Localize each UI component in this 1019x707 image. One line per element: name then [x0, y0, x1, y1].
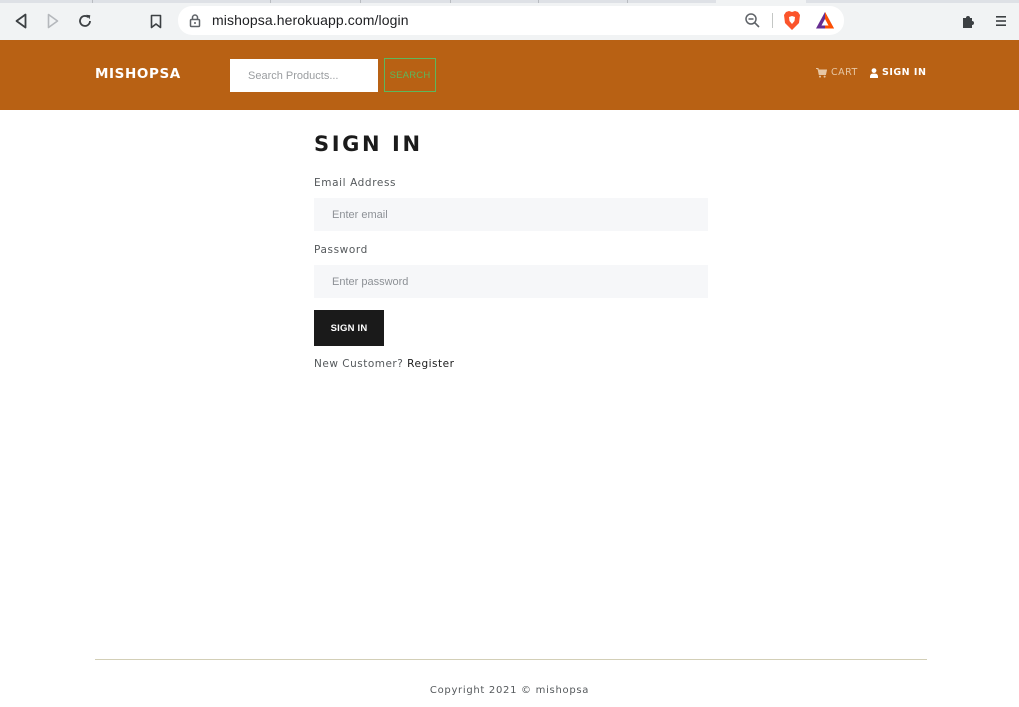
reload-button[interactable]: [73, 9, 97, 33]
forward-button[interactable]: [41, 9, 65, 33]
extensions-icon: [963, 16, 974, 28]
copyright-text: Copyright 2021 © mishopsa: [429, 685, 590, 696]
user-icon: [870, 67, 878, 78]
register-link[interactable]: Register: [407, 358, 454, 370]
password-field[interactable]: [314, 265, 708, 298]
signin-submit-button[interactable]: SIGN IN: [314, 310, 384, 346]
address-bar[interactable]: mishopsa.herokuapp.com/login: [178, 6, 844, 35]
search-input[interactable]: [230, 59, 378, 92]
tab-separator: [92, 0, 93, 3]
menu-icon: [996, 16, 1006, 26]
zoom-out-icon[interactable]: [744, 12, 761, 29]
reload-icon: [79, 14, 91, 27]
active-tab-indicator: [716, 0, 806, 3]
brave-shields-icon[interactable]: [782, 10, 802, 31]
nav-signin-link[interactable]: SIGN IN: [870, 67, 926, 78]
lock-icon[interactable]: [188, 13, 202, 28]
register-prompt: New Customer? Register: [314, 358, 454, 370]
cart-link[interactable]: CART: [816, 67, 858, 78]
tab-separator: [538, 0, 539, 3]
back-button[interactable]: [9, 9, 33, 33]
cart-icon: [816, 67, 827, 78]
tab-separator: [450, 0, 451, 3]
forward-icon: [47, 13, 59, 29]
extensions-button[interactable]: [957, 9, 981, 33]
address-bar-divider: [772, 13, 773, 28]
email-label: Email Address: [314, 177, 397, 189]
browser-toolbar: mishopsa.herokuapp.com/login: [0, 0, 1019, 40]
footer-divider: [95, 659, 927, 660]
password-label: Password: [314, 244, 368, 256]
nav-signin-label: SIGN IN: [882, 67, 927, 78]
tab-separator: [270, 0, 271, 3]
url-text[interactable]: mishopsa.herokuapp.com/login: [212, 12, 409, 28]
tab-separator: [627, 0, 628, 3]
bookmark-icon: [150, 14, 162, 28]
tab-strip: [0, 0, 1019, 3]
brand-logo[interactable]: MISHOPSA: [95, 66, 181, 82]
back-icon: [15, 13, 27, 29]
tab-separator: [360, 0, 361, 3]
browser-menu-button[interactable]: [989, 9, 1013, 33]
brave-rewards-icon[interactable]: [815, 11, 835, 30]
email-field[interactable]: [314, 198, 708, 231]
cart-label: CART: [831, 67, 858, 78]
page-title: SIGN IN: [314, 132, 423, 156]
new-customer-text: New Customer?: [314, 358, 404, 370]
site-header: MISHOPSA SEARCH CART SIGN IN: [0, 40, 1019, 110]
search-button[interactable]: SEARCH: [384, 58, 436, 92]
bookmark-button[interactable]: [144, 9, 168, 33]
